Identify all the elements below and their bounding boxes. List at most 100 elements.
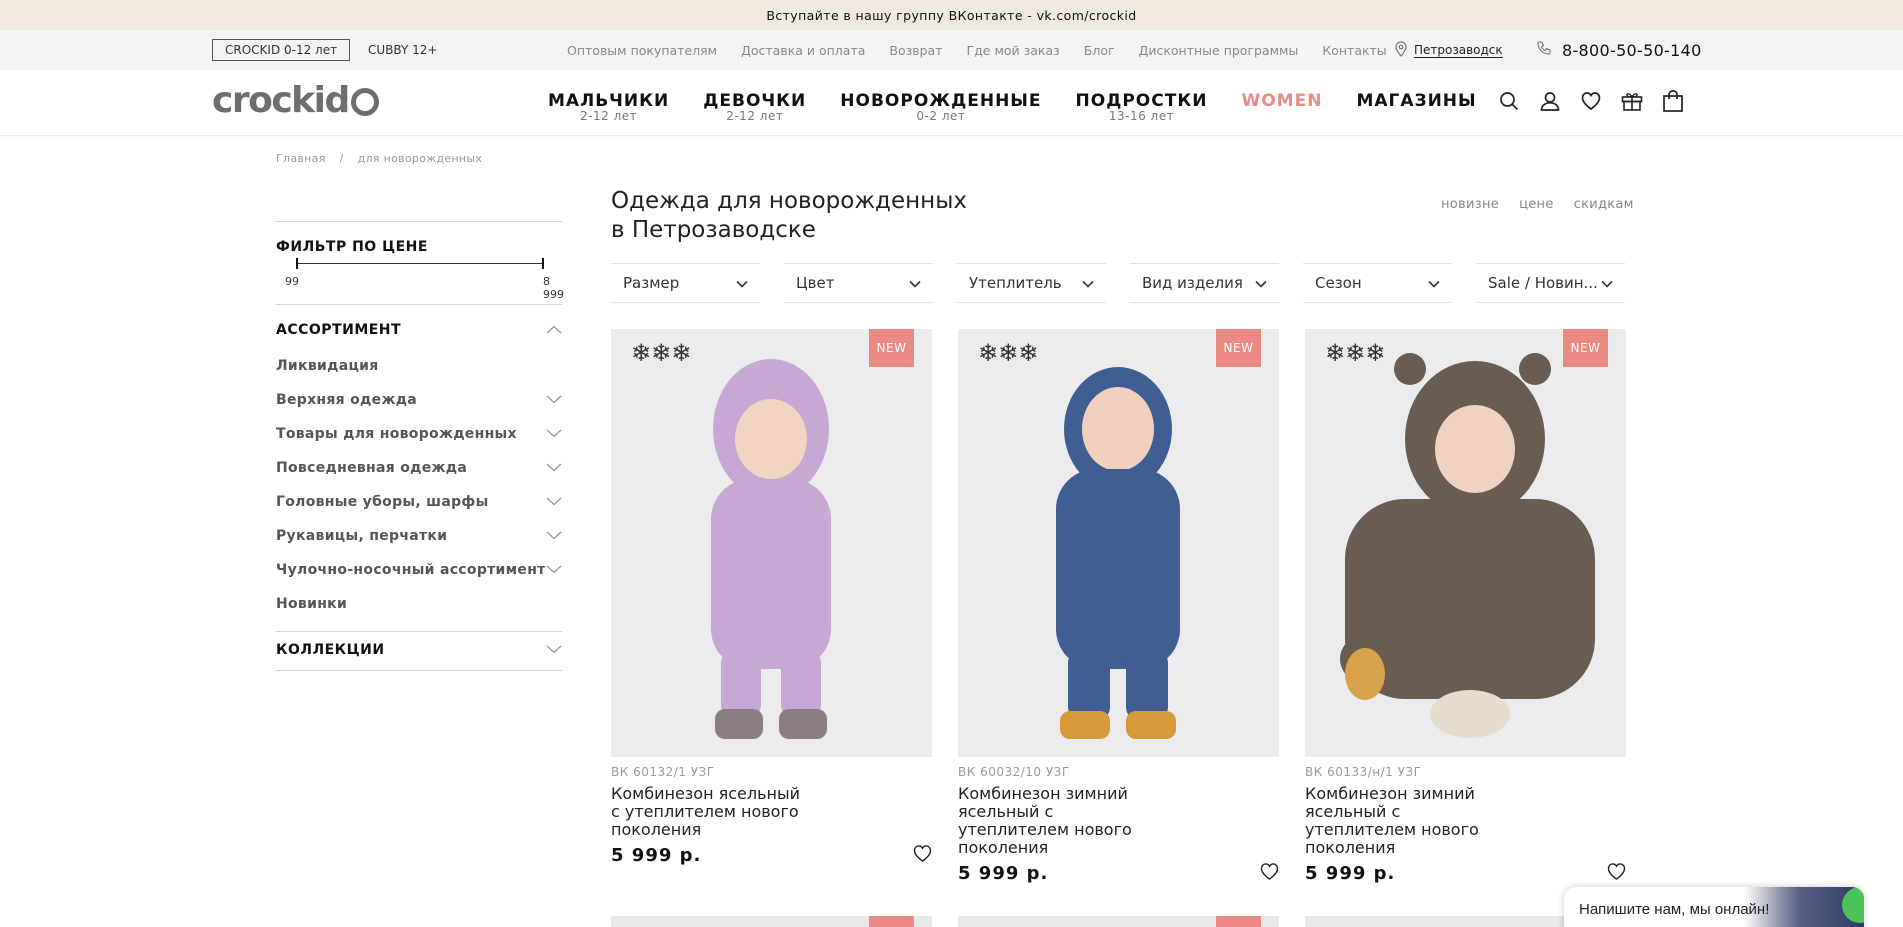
nav-boys[interactable]: МАЛЬЧИКИ 2-12 лет — [548, 70, 669, 136]
filter-type-select[interactable]: Вид изделия — [1130, 263, 1279, 303]
filter-sale-select[interactable]: Sale / Новин... — [1476, 263, 1625, 303]
product-photo[interactable]: ❄❄❄ NEW — [1305, 329, 1626, 757]
sort-by-discount[interactable]: скидкам — [1574, 197, 1634, 212]
new-badge: NEW — [1216, 329, 1261, 367]
gift-icon[interactable] — [1621, 90, 1643, 112]
top-link-contacts[interactable]: Контакты — [1322, 43, 1386, 58]
filter-color-select[interactable]: Цвет — [784, 263, 933, 303]
city-selector[interactable]: Петрозаводск — [1394, 30, 1503, 70]
nav-teens[interactable]: ПОДРОСТКИ 13-16 лет — [1076, 70, 1208, 136]
product-name[interactable]: Комбинезон ясельный с утеплителем нового… — [611, 785, 801, 839]
breadcrumb: Главная / для новорожденных — [276, 152, 482, 165]
price-slider-max-handle[interactable] — [542, 258, 544, 269]
favorite-heart-icon[interactable] — [1260, 863, 1279, 884]
chevron-down-icon[interactable] — [546, 426, 562, 442]
category-outerwear[interactable]: Верхняя одежда — [276, 383, 562, 417]
brand-tab-crockid[interactable]: CROCKID 0-12 лет — [212, 39, 351, 61]
favorite-heart-icon[interactable] — [913, 845, 932, 866]
heart-icon[interactable] — [1580, 90, 1602, 112]
nav-girls[interactable]: ДЕВОЧКИ 2-12 лет — [703, 70, 806, 136]
product-name[interactable]: Комбинезон зимний ясельный с утеплителем… — [958, 785, 1148, 857]
product-name[interactable]: Комбинезон зимний ясельный с утеплителем… — [1305, 785, 1495, 857]
bag-icon[interactable] — [1662, 90, 1684, 112]
product-card[interactable]: ❄❄❄ NEW ВК 60132/1 УЗГ Комбинезон ясельн… — [611, 329, 932, 866]
phone-number[interactable]: 8-800-50-50-140 — [1562, 41, 1702, 60]
chat-label[interactable]: Напишите нам, мы онлайн! — [1579, 901, 1769, 918]
product-photo-figure — [1340, 353, 1595, 738]
product-card-next[interactable] — [958, 916, 1279, 927]
top-link-delivery[interactable]: Доставка и оплата — [741, 43, 865, 58]
category-casual[interactable]: Повседневная одежда — [276, 451, 562, 485]
category-new-arrivals[interactable]: Новинки — [276, 587, 562, 621]
top-link-discount[interactable]: Дисконтные программы — [1139, 43, 1299, 58]
filter-season-select[interactable]: Сезон — [1303, 263, 1452, 303]
product-card-next[interactable] — [611, 916, 932, 927]
collections-filter[interactable]: КОЛЛЕКЦИИ — [276, 631, 562, 671]
select-label: Цвет — [796, 274, 835, 292]
price-slider-min-handle[interactable] — [296, 258, 298, 269]
category-liquidation[interactable]: Ликвидация — [276, 349, 562, 383]
chat-widget[interactable]: Напишите нам, мы онлайн! — [1564, 887, 1864, 927]
sort-options: новизне цене скидкам — [1441, 197, 1634, 212]
favorite-heart-icon[interactable] — [1607, 863, 1626, 884]
top-link-order-status[interactable]: Где мой заказ — [967, 43, 1060, 58]
chevron-down-icon[interactable] — [546, 460, 562, 476]
top-link-blog[interactable]: Блог — [1084, 43, 1115, 58]
chevron-down-icon[interactable] — [546, 562, 562, 578]
snowflake-icon: ❄❄❄ — [1325, 339, 1386, 367]
filter-size-select[interactable]: Размер — [611, 263, 760, 303]
category-hosiery[interactable]: Чулочно-носочный ассортимент — [276, 553, 562, 587]
chevron-down-icon[interactable] — [546, 494, 562, 510]
sort-by-price[interactable]: цене — [1519, 197, 1554, 212]
category-label: Чулочно-носочный ассортимент — [276, 562, 546, 578]
promo-banner[interactable]: Вступайте в нашу группу ВКонтакте - vk.c… — [0, 0, 1903, 30]
phone-icon — [1536, 40, 1552, 60]
nav-newborns-label: НОВОРОЖДЕННЫЕ — [840, 91, 1042, 111]
new-badge — [1216, 916, 1261, 927]
nav-stores[interactable]: МАГАЗИНЫ — [1356, 70, 1476, 136]
product-article: ВК 60032/10 УЗГ — [958, 765, 1070, 779]
promo-text[interactable]: Вступайте в нашу группу ВКонтакте - vk.c… — [766, 8, 1136, 23]
user-icon[interactable] — [1539, 90, 1561, 112]
assortment-header[interactable]: АССОРТИМЕНТ — [276, 319, 562, 341]
chevron-down-icon[interactable] — [546, 642, 562, 658]
filter-insulation-select[interactable]: Утеплитель — [957, 263, 1106, 303]
product-photo[interactable]: ❄❄❄ NEW — [611, 329, 932, 757]
breadcrumb-separator: / — [339, 152, 344, 165]
chevron-down-icon[interactable] — [546, 392, 562, 408]
product-photo[interactable]: ❄❄❄ NEW — [958, 329, 1279, 757]
select-label: Вид изделия — [1142, 274, 1243, 292]
chevron-down-icon[interactable] — [546, 528, 562, 544]
city-name[interactable]: Петрозаводск — [1414, 43, 1503, 58]
breadcrumb-home[interactable]: Главная — [276, 152, 326, 165]
nav-newborns[interactable]: НОВОРОЖДЕННЫЕ 0-2 лет — [840, 70, 1041, 136]
category-label: Товары для новорожденных — [276, 426, 517, 442]
category-mittens[interactable]: Рукавицы, перчатки — [276, 519, 562, 553]
top-link-return[interactable]: Возврат — [889, 43, 942, 58]
search-icon[interactable] — [1498, 90, 1520, 112]
assortment-title: АССОРТИМЕНТ — [276, 322, 402, 338]
price-slider[interactable]: 99 8 999 — [276, 258, 564, 301]
brand-tab-cubby[interactable]: CUBBY 12+ — [356, 39, 449, 61]
filter-sidebar: ФИЛЬТР ПО ЦЕНЕ 99 8 999 АССОРТИМЕНТ Ликв… — [276, 221, 564, 671]
product-price: 5 999 р. — [958, 863, 1049, 884]
chevron-down-icon — [736, 274, 748, 292]
category-headwear[interactable]: Головные уборы, шарфы — [276, 485, 562, 519]
sort-by-newness[interactable]: новизне — [1441, 197, 1499, 212]
category-label: Головные уборы, шарфы — [276, 494, 489, 510]
product-card[interactable]: ❄❄❄ NEW ВК 60133/н/1 УЗГ Комбинезон зимн… — [1305, 329, 1626, 884]
logo[interactable]: crockid — [212, 80, 379, 121]
logo-mark — [350, 87, 379, 116]
nav-newborns-age: 0-2 лет — [916, 109, 966, 123]
select-label: Sale / Новин... — [1488, 274, 1598, 292]
category-label: Верхняя одежда — [276, 392, 418, 408]
top-link-wholesale[interactable]: Оптовым покупателям — [567, 43, 717, 58]
nav-women[interactable]: WOMEN — [1241, 70, 1322, 136]
product-card[interactable]: ❄❄❄ NEW ВК 60032/10 УЗГ Комбинезон зимни… — [958, 329, 1279, 884]
new-badge — [869, 916, 914, 927]
phone[interactable]: 8-800-50-50-140 — [1536, 30, 1702, 70]
map-pin-icon — [1394, 40, 1408, 60]
assortment-filter: АССОРТИМЕНТ Ликвидация Верхняя одежда То… — [276, 304, 562, 621]
chevron-up-icon[interactable] — [546, 322, 562, 338]
category-newborn-goods[interactable]: Товары для новорожденных — [276, 417, 562, 451]
